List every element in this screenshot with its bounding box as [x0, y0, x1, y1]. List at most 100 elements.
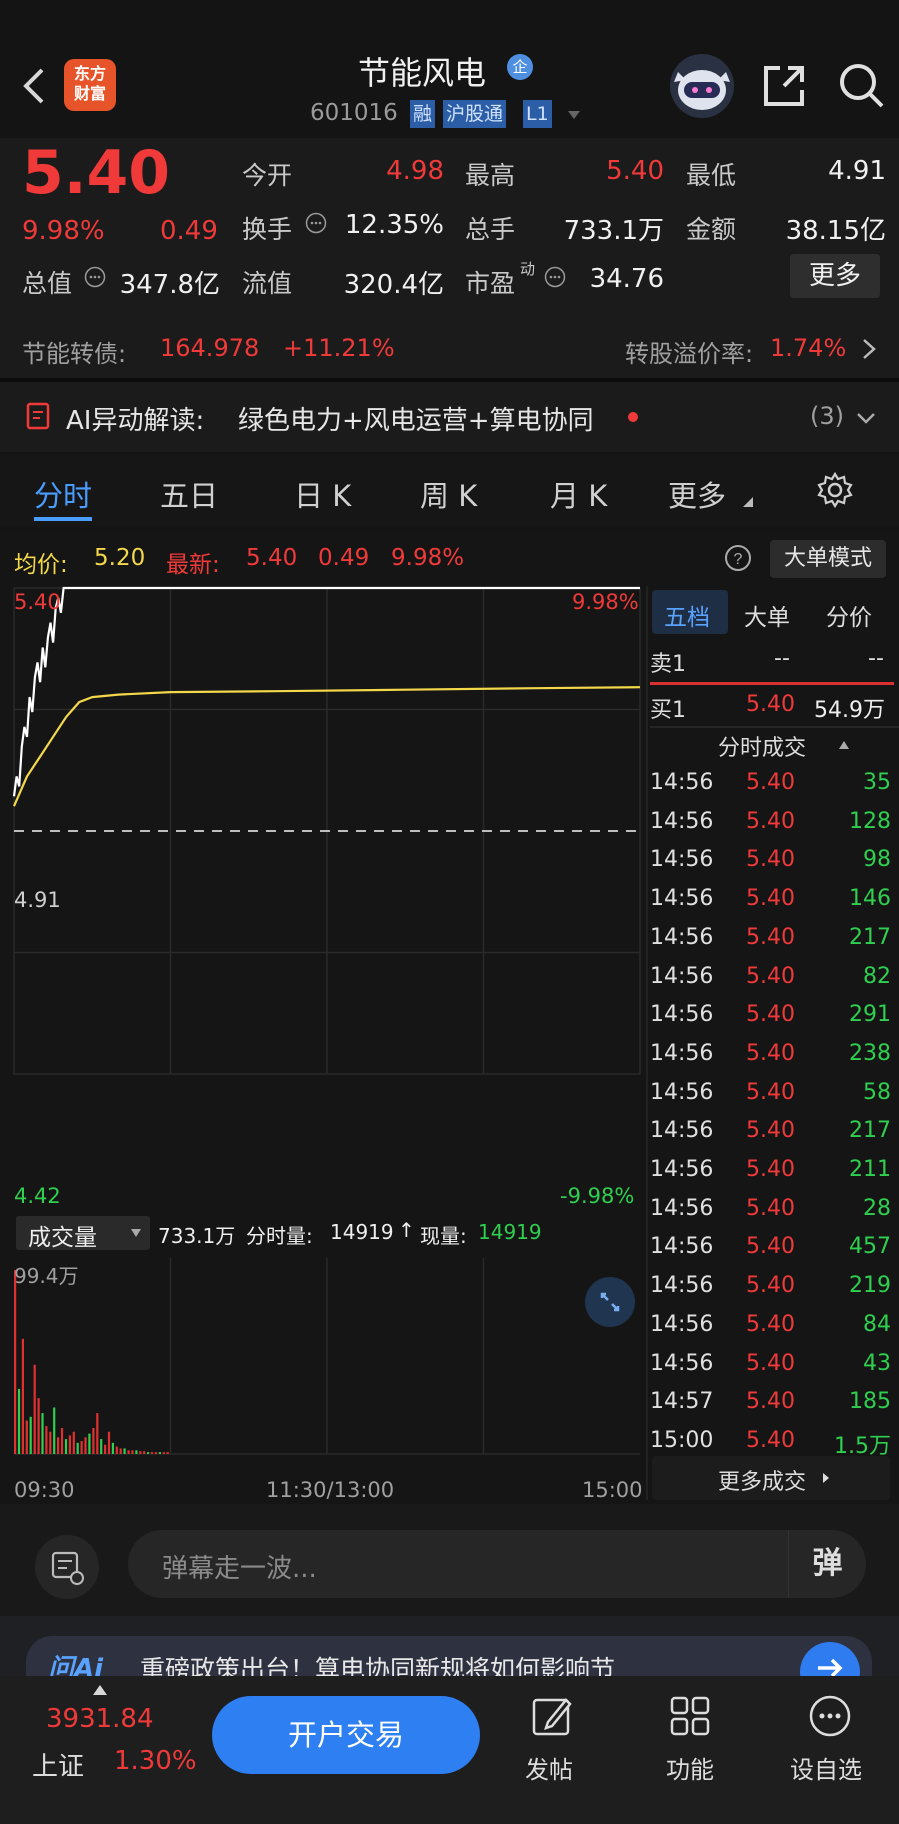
convertible-bond-bar[interactable]: 节能转债: 164.978 +11.21% 转股溢价率: 1.74%	[0, 318, 899, 378]
chart-period-tabs: 分时 五日 日 K 周 K 月 K 更多	[0, 455, 899, 527]
robot-avatar-icon[interactable]	[668, 52, 736, 120]
info-dots-icon[interactable]	[84, 266, 106, 288]
x-tick-close: 15:00	[582, 1478, 643, 1502]
trade-price: 5.40	[746, 924, 795, 950]
intraday-price-chart[interactable]	[0, 586, 650, 1082]
more-circle-icon[interactable]	[808, 1694, 852, 1738]
trade-volume: 217	[849, 924, 891, 950]
tag-margin: 融	[410, 100, 436, 128]
tab-intraday[interactable]: 分时	[34, 473, 92, 515]
mktcap-value: 347.8亿	[119, 270, 220, 300]
tab-daily-k[interactable]: 日 K	[294, 473, 351, 515]
trade-price: 5.40	[746, 1389, 795, 1415]
settings-gear-icon[interactable]	[816, 471, 854, 509]
trade-row: 14:56 5.40 128	[650, 809, 899, 847]
volume-bar	[107, 1431, 111, 1454]
volume-bar	[68, 1435, 71, 1454]
trade-price: 5.40	[746, 1195, 795, 1221]
latest-change: 0.49	[318, 545, 370, 571]
chevron-down-icon[interactable]	[856, 412, 876, 424]
volume-bar	[80, 1441, 83, 1454]
trade-row: 14:56 5.40 238	[650, 1041, 899, 1079]
dropdown-arrow-icon[interactable]	[567, 110, 581, 120]
barrage-settings-icon[interactable]	[34, 1534, 100, 1600]
volume-bar	[147, 1452, 150, 1454]
barrage-button[interactable]: 弹	[788, 1530, 866, 1598]
info-dots-icon[interactable]	[305, 212, 327, 234]
trade-row: 14:56 5.40 211	[650, 1157, 899, 1195]
caret-right-icon	[823, 1473, 829, 1483]
volume-bar	[150, 1452, 154, 1454]
volume-indicator-select[interactable]: 成交量	[16, 1216, 150, 1251]
stock-header: 东方 财富 节能风电 企 601016 融 沪股通 L1	[0, 0, 899, 138]
ai-topic: 绿色电力+风电运营+算电协同	[238, 406, 594, 436]
big-order-mode-button[interactable]: 大单模式	[770, 540, 886, 578]
volume-bar	[25, 1420, 28, 1454]
volume-bar	[104, 1444, 107, 1454]
volume-chart[interactable]	[0, 1258, 650, 1458]
search-icon[interactable]	[838, 62, 886, 110]
trade-time: 14:56	[650, 1002, 714, 1028]
tab-five-day[interactable]: 五日	[160, 473, 218, 515]
volume-bar	[162, 1452, 165, 1454]
corner-triangle-icon	[743, 497, 753, 507]
volume-total: 733.1万	[158, 1224, 236, 1248]
trade-volume: 43	[863, 1350, 891, 1376]
volume-bar	[21, 1338, 24, 1454]
share-icon[interactable]	[760, 62, 808, 110]
more-button[interactable]: 更多	[790, 254, 880, 298]
open-value: 4.98	[386, 156, 444, 186]
nav-post[interactable]: 发帖	[525, 1750, 573, 1785]
trade-row: 14:56 5.40 219	[650, 1273, 899, 1311]
comment-input[interactable]: 弹幕走一波... 弹	[128, 1530, 866, 1598]
help-icon[interactable]: ?	[724, 544, 752, 572]
open-account-trade-button[interactable]: 开户交易	[212, 1696, 480, 1774]
convertible-label: 节能转债:	[22, 340, 127, 368]
volume-bar	[57, 1437, 60, 1454]
index-change[interactable]: 1.30%	[114, 1746, 197, 1776]
nav-functions[interactable]: 功能	[666, 1750, 714, 1785]
tab-monthly-k[interactable]: 月 K	[550, 473, 607, 515]
tab-price-distribution[interactable]: 分价	[826, 598, 872, 632]
functions-grid-icon[interactable]	[668, 1694, 712, 1738]
up-arrow-icon: ↑	[398, 1218, 415, 1242]
more-trades-label: 更多成交	[718, 1470, 807, 1495]
ai-insight-bar[interactable]: AI异动解读: 绿色电力+风电运营+算电协同 (3)	[0, 382, 899, 452]
trade-volume: 35	[863, 770, 891, 795]
trade-volume: 58	[863, 1079, 891, 1105]
minute-volume-label: 分时量:	[246, 1224, 313, 1248]
chevron-left-icon[interactable]	[20, 66, 50, 106]
trade-price: 5.40	[746, 886, 795, 912]
active-tab-indicator	[34, 517, 92, 521]
trade-volume: 84	[863, 1311, 891, 1337]
stock-name: 节能风电	[358, 54, 487, 92]
ask1-label: 卖1	[650, 652, 686, 677]
chevron-right-icon	[863, 339, 876, 359]
index-value[interactable]: 3931.84	[46, 1704, 154, 1734]
tick-trades-header[interactable]: 分时成交	[718, 730, 806, 762]
volume-bar	[115, 1446, 118, 1454]
tab-big-orders[interactable]: 大单	[744, 598, 790, 632]
post-edit-icon[interactable]	[530, 1694, 574, 1738]
expand-icon[interactable]	[584, 1276, 636, 1328]
premium-label: 转股溢价率:	[625, 340, 754, 368]
low-value: 4.91	[828, 156, 886, 186]
volume-bar	[72, 1431, 75, 1454]
info-dots-icon[interactable]	[544, 266, 566, 288]
trade-row: 14:56 5.40 82	[650, 964, 899, 1002]
nav-add-watchlist[interactable]: 设自选	[790, 1750, 862, 1785]
tab-more[interactable]: 更多	[668, 473, 726, 515]
trade-volume: 128	[849, 808, 891, 834]
amount-label: 金额	[686, 215, 737, 244]
more-trades-button[interactable]: 更多成交	[652, 1456, 890, 1500]
volume-bar	[33, 1364, 36, 1454]
comment-bar: 弹幕走一波... 弹	[0, 1504, 899, 1616]
tab-weekly-k[interactable]: 周 K	[420, 473, 477, 515]
volume-bar	[76, 1442, 79, 1454]
pe-value: 34.76	[589, 264, 664, 294]
tab-five-levels[interactable]: 五档	[652, 590, 728, 634]
trade-time: 15:00	[650, 1427, 714, 1453]
low-label: 最低	[686, 161, 737, 190]
stock-code: 601016	[310, 100, 398, 126]
index-name[interactable]: 上证	[32, 1746, 84, 1783]
